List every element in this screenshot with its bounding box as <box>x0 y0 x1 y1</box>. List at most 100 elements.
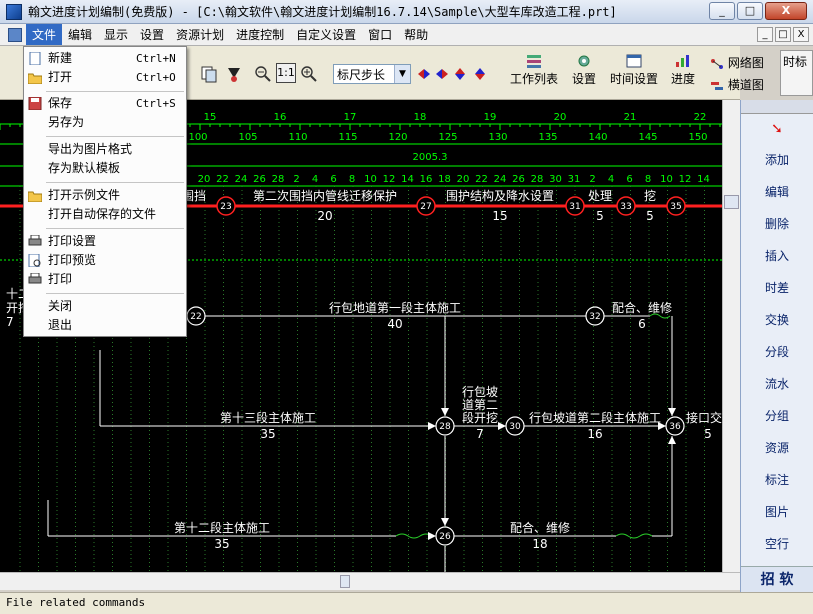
list-icon <box>527 55 541 68</box>
panel-swap-button[interactable]: 交换 <box>741 304 813 336</box>
task-label[interactable]: 第十二段主体施工 <box>174 520 270 535</box>
ruler-step-select[interactable]: 标尺步长 ▼ <box>333 64 411 84</box>
week-label: 21 <box>624 112 637 123</box>
panel-add-button[interactable]: 添加 <box>741 144 813 176</box>
node-number: 31 <box>569 202 580 212</box>
node-number: 26 <box>439 532 451 542</box>
task-duration: 5 <box>596 209 604 223</box>
task-label[interactable]: 第二次围挡内管线迁移保护 <box>253 188 397 203</box>
day-label: 125 <box>438 132 457 143</box>
menu-edit[interactable]: 编辑 <box>62 24 98 45</box>
date-label: 22 <box>216 174 229 185</box>
mdi-minimize-button[interactable]: _ <box>757 27 773 42</box>
zoom-in-icon[interactable] <box>300 65 318 83</box>
date-label: 24 <box>235 174 248 185</box>
close-button[interactable]: X <box>765 2 807 20</box>
date-label: 14 <box>697 174 710 185</box>
panel-segment-button[interactable]: 分段 <box>741 336 813 368</box>
network-chart-button[interactable]: 网络图 <box>710 54 770 71</box>
arrange-arrows-icon[interactable] <box>416 66 494 82</box>
week-label: 19 <box>484 112 497 123</box>
settings-button[interactable]: 设置 <box>568 54 600 87</box>
task-label[interactable]: 接口交 <box>686 410 722 425</box>
task-label[interactable]: 行包坡道第二段主体施工 <box>529 410 661 425</box>
menu-file[interactable]: 文件 <box>26 24 63 45</box>
panel-annotate-button[interactable]: 标注 <box>741 464 813 496</box>
panel-edit-button[interactable]: 编辑 <box>741 176 813 208</box>
maximize-button[interactable]: □ <box>737 2 763 20</box>
file-menu-save[interactable]: 保存 Ctrl+S <box>24 94 186 113</box>
task-label[interactable]: 配合、维修 <box>510 520 570 535</box>
vertical-scrollbar[interactable] <box>722 100 740 572</box>
panel-insert-button[interactable]: 插入 <box>741 240 813 272</box>
time-scale-button[interactable]: 时标 <box>780 50 813 96</box>
file-menu-save-as[interactable]: 另存为 <box>24 113 186 132</box>
menu-resource-plan[interactable]: 资源计划 <box>170 24 230 45</box>
day-label: 115 <box>338 132 357 143</box>
file-menu-print-preview[interactable]: 打印预览 <box>24 251 186 270</box>
mdi-close-button[interactable]: X <box>793 27 809 42</box>
date-label: 12 <box>383 174 396 185</box>
scroll-thumb[interactable] <box>340 575 350 588</box>
document-icon[interactable] <box>8 27 22 42</box>
day-label: 145 <box>638 132 657 143</box>
work-list-button[interactable]: 工作列表 <box>508 54 560 87</box>
horizontal-scrollbar[interactable] <box>0 572 740 590</box>
save-icon <box>28 97 42 110</box>
day-label: 120 <box>388 132 407 143</box>
time-settings-button[interactable]: 时间设置 <box>606 54 662 87</box>
panel-float-button[interactable]: 时差 <box>741 272 813 304</box>
file-menu-open-sample[interactable]: 打开示例文件 <box>24 186 186 205</box>
file-menu-open-autosave[interactable]: 打开自动保存的文件 <box>24 205 186 224</box>
task-label[interactable]: 围护结构及降水设置 <box>446 188 554 203</box>
day-label: 105 <box>238 132 257 143</box>
chevron-down-icon[interactable]: ▼ <box>394 65 410 83</box>
menu-custom-settings[interactable]: 自定义设置 <box>290 24 362 45</box>
copy-icon[interactable] <box>200 64 260 84</box>
progress-button[interactable]: 进度 <box>668 54 698 87</box>
file-menu-open[interactable]: 打开 Ctrl+O <box>24 68 186 87</box>
file-menu-print[interactable]: 打印 <box>24 270 186 289</box>
date-label: 10 <box>660 174 673 185</box>
task-label[interactable]: 第十三段主体施工 <box>220 410 316 425</box>
zoom-out-icon[interactable] <box>254 65 272 83</box>
task-duration: 15 <box>492 209 507 223</box>
menu-separator <box>46 91 184 92</box>
open-folder-icon <box>28 73 42 84</box>
menu-label: 打印设置 <box>48 234 97 248</box>
file-menu-save-template[interactable]: 存为默认模板 <box>24 159 186 178</box>
file-menu-new[interactable]: 新建 Ctrl+N <box>24 49 186 68</box>
task-label[interactable]: 处理 <box>588 189 612 203</box>
menu-window[interactable]: 窗口 <box>362 24 398 45</box>
file-menu-print-setup[interactable]: 打印设置 <box>24 232 186 251</box>
scroll-thumb[interactable] <box>724 195 739 209</box>
task-label[interactable]: 挖 <box>644 188 656 203</box>
task-label[interactable]: 配合、维修 <box>612 300 672 315</box>
day-label: 140 <box>588 132 607 143</box>
panel-blank-row-button[interactable]: 空行 <box>741 528 813 560</box>
panel-group-button[interactable]: 分组 <box>741 400 813 432</box>
file-menu-exit[interactable]: 退出 <box>24 316 186 335</box>
menu-settings[interactable]: 设置 <box>134 24 170 45</box>
panel-delete-button[interactable]: 删除 <box>741 208 813 240</box>
task-label[interactable]: 行包地道第一段主体施工 <box>329 300 461 315</box>
task-label[interactable]: 道第二 <box>462 398 498 412</box>
zoom-reset-button[interactable]: 1:1 <box>276 63 296 83</box>
panel-flow-button[interactable]: 流水 <box>741 368 813 400</box>
bar-chart-button[interactable]: 横道图 <box>710 76 770 93</box>
task-duration: 18 <box>532 537 547 551</box>
pointer-icon[interactable]: ➘ <box>741 114 813 144</box>
panel-image-button[interactable]: 图片 <box>741 496 813 528</box>
menu-view[interactable]: 显示 <box>98 24 134 45</box>
file-menu-export-image[interactable]: 导出为图片格式 <box>24 140 186 159</box>
mdi-restore-button[interactable]: □ <box>775 27 791 42</box>
minimize-button[interactable]: _ <box>709 2 735 20</box>
node-number: 30 <box>509 422 521 432</box>
file-menu-close[interactable]: 关闭 <box>24 297 186 316</box>
menu-progress-control[interactable]: 进度控制 <box>230 24 290 45</box>
task-label[interactable]: 段开挖 <box>462 410 498 425</box>
task-label[interactable]: 行包坡 <box>462 385 498 399</box>
panel-resource-button[interactable]: 资源 <box>741 432 813 464</box>
menu-help[interactable]: 帮助 <box>398 24 434 45</box>
panel-grip[interactable] <box>741 100 813 114</box>
